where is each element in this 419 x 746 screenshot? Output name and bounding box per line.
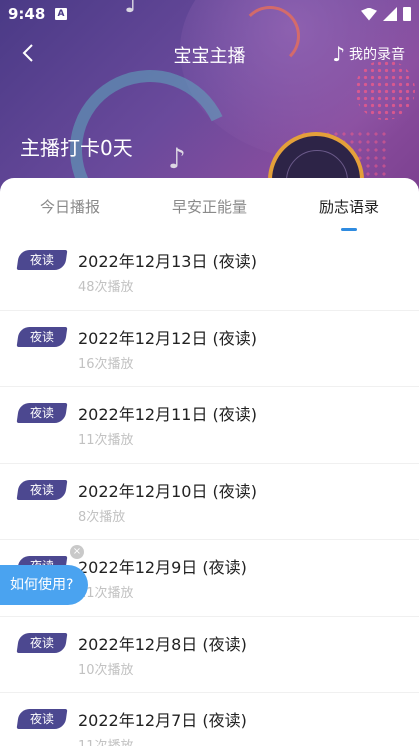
tab-morning-energy[interactable]: 早安正能量: [172, 196, 247, 217]
wifi-icon: [361, 7, 377, 21]
item-play-count: 8次播放: [78, 509, 126, 525]
item-title: 2022年12月8日 (夜读): [78, 634, 247, 654]
status-time: 9:48: [8, 5, 46, 23]
signal-icon: [383, 7, 397, 21]
notification-icon: A: [55, 8, 67, 20]
list-item[interactable]: 夜读 2022年12月13日 (夜读) 48次播放: [0, 234, 419, 311]
content-panel: 今日播报 早安正能量 励志语录 夜读 2022年12月13日 (夜读) 48次播…: [0, 178, 419, 746]
list-item[interactable]: 夜读 2022年12月7日 (夜读) 11次播放: [0, 693, 419, 746]
item-title: 2022年12月7日 (夜读): [78, 711, 247, 730]
item-play-count: 48次播放: [78, 280, 134, 295]
list-item[interactable]: 夜读 2022年12月8日 (夜读) 10次播放: [0, 617, 419, 693]
battery-icon: [403, 7, 411, 21]
item-play-count: 11次播放: [78, 735, 134, 746]
night-read-badge: 夜读: [16, 479, 68, 500]
night-read-badge: 夜读: [16, 709, 68, 729]
night-read-badge: 夜读: [16, 403, 68, 423]
active-tab-indicator: [341, 228, 357, 231]
item-title: 2022年12月12日 (夜读): [78, 328, 258, 348]
tab-bar: 今日播报 早安正能量 励志语录: [0, 178, 419, 236]
item-play-count: 16次播放: [78, 356, 134, 372]
close-icon[interactable]: ×: [70, 545, 84, 559]
tab-inspirational-quotes[interactable]: 励志语录: [319, 196, 379, 217]
item-title: 2022年12月11日 (夜读): [78, 405, 258, 424]
item-title: 2022年12月9日 (夜读): [78, 558, 247, 577]
item-title: 2022年12月13日 (夜读): [78, 252, 258, 271]
night-read-badge: 夜读: [16, 632, 68, 653]
list-item[interactable]: 夜读 2022年12月12日 (夜读) 16次播放: [0, 311, 419, 387]
my-recordings-button[interactable]: ♪ 我的录音: [332, 44, 405, 64]
broadcast-list: 夜读 2022年12月13日 (夜读) 48次播放 夜读 2022年12月12日…: [0, 234, 419, 746]
music-note-icon: ♪: [168, 142, 186, 175]
item-title: 2022年12月10日 (夜读): [78, 481, 258, 501]
nav-bar: 宝宝主播 ♪ 我的录音: [0, 36, 419, 72]
item-play-count: 11次播放: [78, 433, 134, 448]
music-note-icon: ♪: [332, 42, 345, 66]
my-recordings-label: 我的录音: [349, 47, 405, 63]
list-item[interactable]: 夜读 2022年12月11日 (夜读) 11次播放: [0, 387, 419, 464]
how-to-use-button[interactable]: 如何使用?: [0, 565, 88, 605]
list-item[interactable]: 夜读 2022年12月10日 (夜读) 8次播放: [0, 464, 419, 540]
status-icons: [361, 7, 411, 21]
night-read-badge: 夜读: [16, 326, 68, 347]
item-play-count: 10次播放: [78, 662, 134, 678]
status-bar: 9:48 A: [0, 0, 419, 28]
tab-today-report[interactable]: 今日播报: [40, 196, 100, 217]
night-read-badge: 夜读: [16, 250, 68, 270]
checkin-days: 主播打卡0天: [20, 136, 133, 160]
